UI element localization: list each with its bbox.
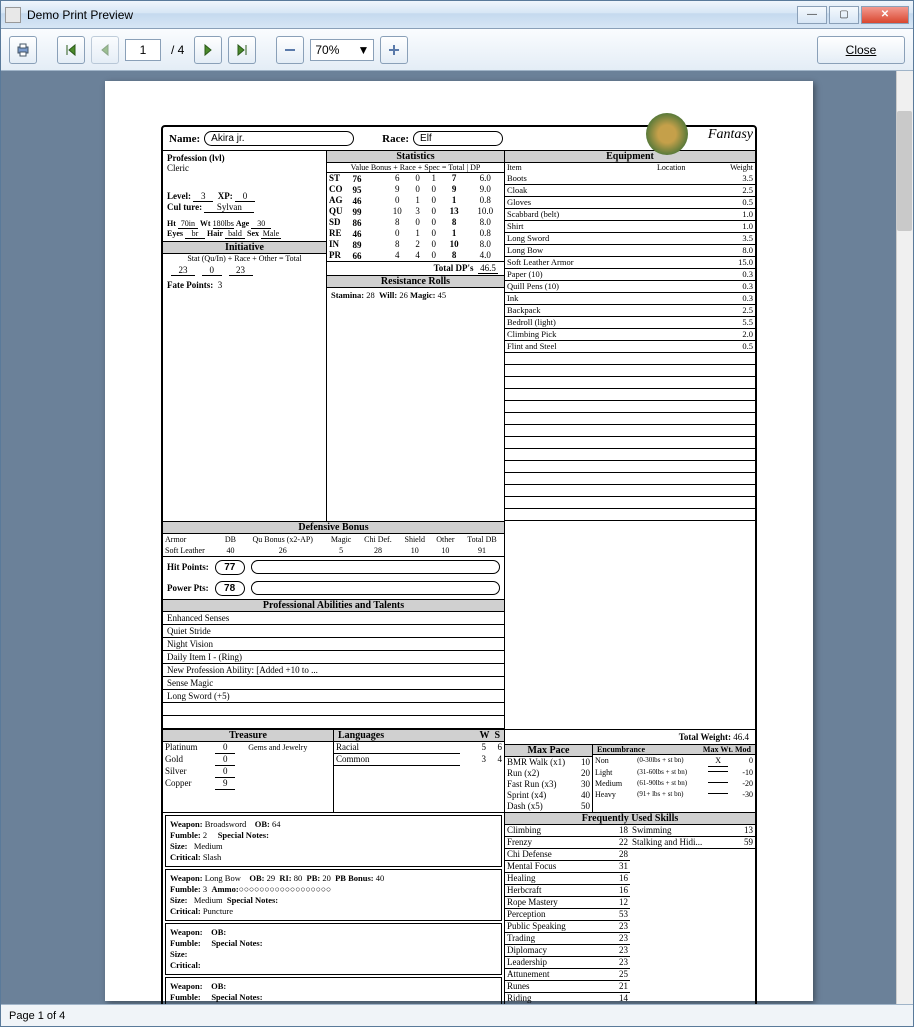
def-title: Defensive Bonus: [163, 521, 504, 534]
page-content: Fantasy Name: Akira jr. Race: Elf Profes…: [105, 81, 813, 1001]
system-logo-icon: [646, 113, 688, 155]
def-table: ArmorDBQu Bonus (x2-AP)MagicChi Def.Shie…: [163, 534, 504, 556]
scrollbar-thumb[interactable]: [897, 111, 912, 231]
zoom-out-button[interactable]: [276, 36, 304, 64]
race-value: Elf: [413, 131, 503, 146]
talents-list: Enhanced SensesQuiet StrideNight VisionD…: [163, 612, 504, 729]
status-text: Page 1 of 4: [9, 1010, 65, 1022]
app-icon: [5, 7, 21, 23]
window-title: Demo Print Preview: [27, 8, 795, 22]
page-count-label: / 4: [167, 43, 188, 57]
initiative-title: Initiative: [163, 242, 326, 254]
prev-page-button[interactable]: [91, 36, 119, 64]
zoom-in-button[interactable]: [380, 36, 408, 64]
titlebar[interactable]: Demo Print Preview — ▢ ✕: [1, 1, 913, 29]
pace-title: Max Pace: [505, 745, 592, 757]
preview-viewport[interactable]: Fantasy Name: Akira jr. Race: Elf Profes…: [1, 71, 913, 1004]
pace-table: BMR Walk (x1)10Run (x2)20Fast Run (x3)30…: [505, 757, 592, 812]
status-bar: Page 1 of 4: [1, 1004, 913, 1026]
name-value: Akira jr.: [204, 131, 354, 146]
maximize-button[interactable]: ▢: [829, 6, 859, 24]
resist-title: Resistance Rolls: [327, 276, 504, 288]
profession-title: Profession (lvl): [167, 153, 322, 163]
last-page-button[interactable]: [228, 36, 256, 64]
weapons-section: Weapon: Broadsword OB: 64Fumble: 2 Speci…: [163, 813, 505, 1005]
close-button[interactable]: Close: [817, 36, 905, 64]
system-label: Fantasy: [708, 127, 753, 143]
race-label: Race:: [382, 133, 409, 145]
profession-value: Cleric: [167, 163, 322, 173]
treasure-title: Treasure: [163, 730, 333, 742]
treasure-table: Platinum0Gems and JewelryGold0Silver0Cop…: [163, 742, 333, 790]
equip-header: ItemLocationWeight: [505, 163, 755, 172]
stats-table: ST7660176.0CO9590099.0AG4601010.8QU99103…: [327, 173, 504, 261]
page-number-input[interactable]: [125, 39, 161, 61]
enc-table: Non(0-30lbs + st bn)X0Light(31-60lbs + s…: [593, 755, 755, 800]
hp-value: 77: [215, 560, 245, 575]
next-page-button[interactable]: [194, 36, 222, 64]
close-window-button[interactable]: ✕: [861, 6, 909, 24]
pp-value: 78: [215, 581, 245, 596]
skills-right: Swimming13Stalking and Hidi...59: [630, 825, 755, 849]
stats-title: Statistics: [327, 151, 504, 163]
name-label: Name:: [169, 133, 200, 145]
lang-table: Racial56Common34: [334, 742, 504, 766]
zoom-select[interactable]: 70%▼: [310, 39, 374, 61]
skills-title: Frequently Used Skills: [505, 813, 755, 825]
first-page-button[interactable]: [57, 36, 85, 64]
toolbar: / 4 70%▼ Close: [1, 29, 913, 71]
minimize-button[interactable]: —: [797, 6, 827, 24]
skills-left: Climbing18Frenzy22Chi Defense28Mental Fo…: [505, 825, 630, 1005]
talents-title: Professional Abilities and Talents: [163, 599, 504, 612]
equip-title: Equipment: [505, 151, 755, 163]
print-button[interactable]: [9, 36, 37, 64]
equip-table: Boots3.5Cloak2.5Gloves0.5Scabbard (belt)…: [505, 172, 755, 521]
app-window: Demo Print Preview — ▢ ✕ / 4 70%▼ Close …: [0, 0, 914, 1027]
vertical-scrollbar[interactable]: [896, 71, 913, 1004]
